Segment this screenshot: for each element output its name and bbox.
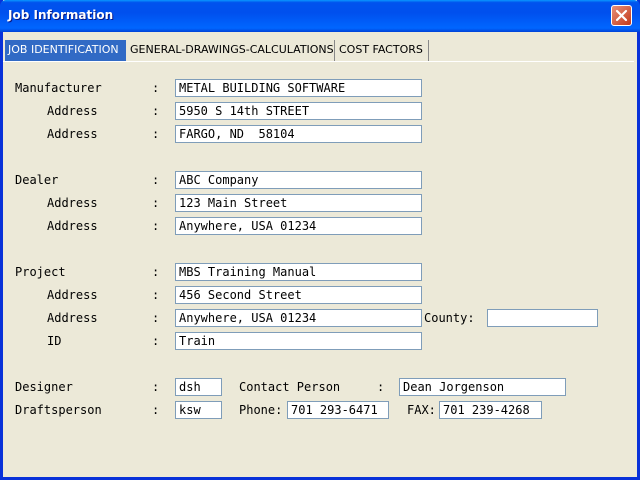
contact-person-label: Contact Person <box>239 380 341 394</box>
manufacturer-field[interactable]: METAL BUILDING SOFTWARE <box>175 79 422 97</box>
manufacturer-address1-field[interactable]: 5950 S 14th STREET <box>175 102 422 120</box>
fax-label: FAX: <box>407 403 436 417</box>
project-field[interactable]: MBS Training Manual <box>175 263 422 281</box>
tab-cost-factors[interactable]: COST FACTORS <box>336 40 429 61</box>
dealer-address2-field[interactable]: Anywhere, USA 01234 <box>175 217 422 235</box>
contact-person-field[interactable]: Dean Jorgenson <box>399 378 566 396</box>
tab-general-drawings-calculations[interactable]: GENERAL-DRAWINGS-CALCULATIONS <box>127 40 335 61</box>
manufacturer-label: Manufacturer <box>15 81 102 95</box>
colon: : <box>377 380 385 394</box>
colon: : <box>152 288 160 302</box>
close-button[interactable] <box>611 5 632 26</box>
dealer-label: Dealer <box>15 173 59 187</box>
project-address1-field[interactable]: 456 Second Street <box>175 286 422 304</box>
draftsperson-label: Draftsperson <box>15 403 102 417</box>
manufacturer-address1-label: Address <box>47 104 98 118</box>
manufacturer-address2-label: Address <box>47 127 98 141</box>
dealer-address2-label: Address <box>47 219 98 233</box>
close-icon <box>615 9 628 22</box>
colon: : <box>152 334 160 348</box>
phone-label: Phone: <box>239 403 283 417</box>
project-address2-field[interactable]: Anywhere, USA 01234 <box>175 309 422 327</box>
dealer-address1-label: Address <box>47 196 98 210</box>
colon: : <box>152 127 160 141</box>
colon: : <box>152 173 160 187</box>
phone-field[interactable]: 701 293-6471 <box>287 401 389 419</box>
designer-field[interactable]: dsh <box>175 378 222 396</box>
county-field[interactable] <box>487 309 598 327</box>
colon: : <box>152 403 160 417</box>
draftsperson-field[interactable]: ksw <box>175 401 222 419</box>
manufacturer-address2-field[interactable]: FARGO, ND 58104 <box>175 125 422 143</box>
colon: : <box>152 311 160 325</box>
dealer-address1-field[interactable]: 123 Main Street <box>175 194 422 212</box>
colon: : <box>152 219 160 233</box>
project-address1-label: Address <box>47 288 98 302</box>
project-address2-label: Address <box>47 311 98 325</box>
window-title: Job Information <box>8 8 114 22</box>
colon: : <box>152 380 160 394</box>
id-field[interactable]: Train <box>175 332 422 350</box>
tab-job-identification[interactable]: JOB IDENTIFICATION <box>5 40 126 61</box>
fax-field[interactable]: 701 239-4268 <box>439 401 542 419</box>
project-label: Project <box>15 265 66 279</box>
colon: : <box>152 81 160 95</box>
title-bar[interactable]: Job Information <box>0 0 640 32</box>
colon: : <box>152 196 160 210</box>
id-label: ID <box>47 334 62 348</box>
colon: : <box>152 104 160 118</box>
county-label: County: <box>424 311 475 325</box>
colon: : <box>152 265 160 279</box>
dealer-field[interactable]: ABC Company <box>175 171 422 189</box>
designer-label: Designer <box>15 380 73 394</box>
